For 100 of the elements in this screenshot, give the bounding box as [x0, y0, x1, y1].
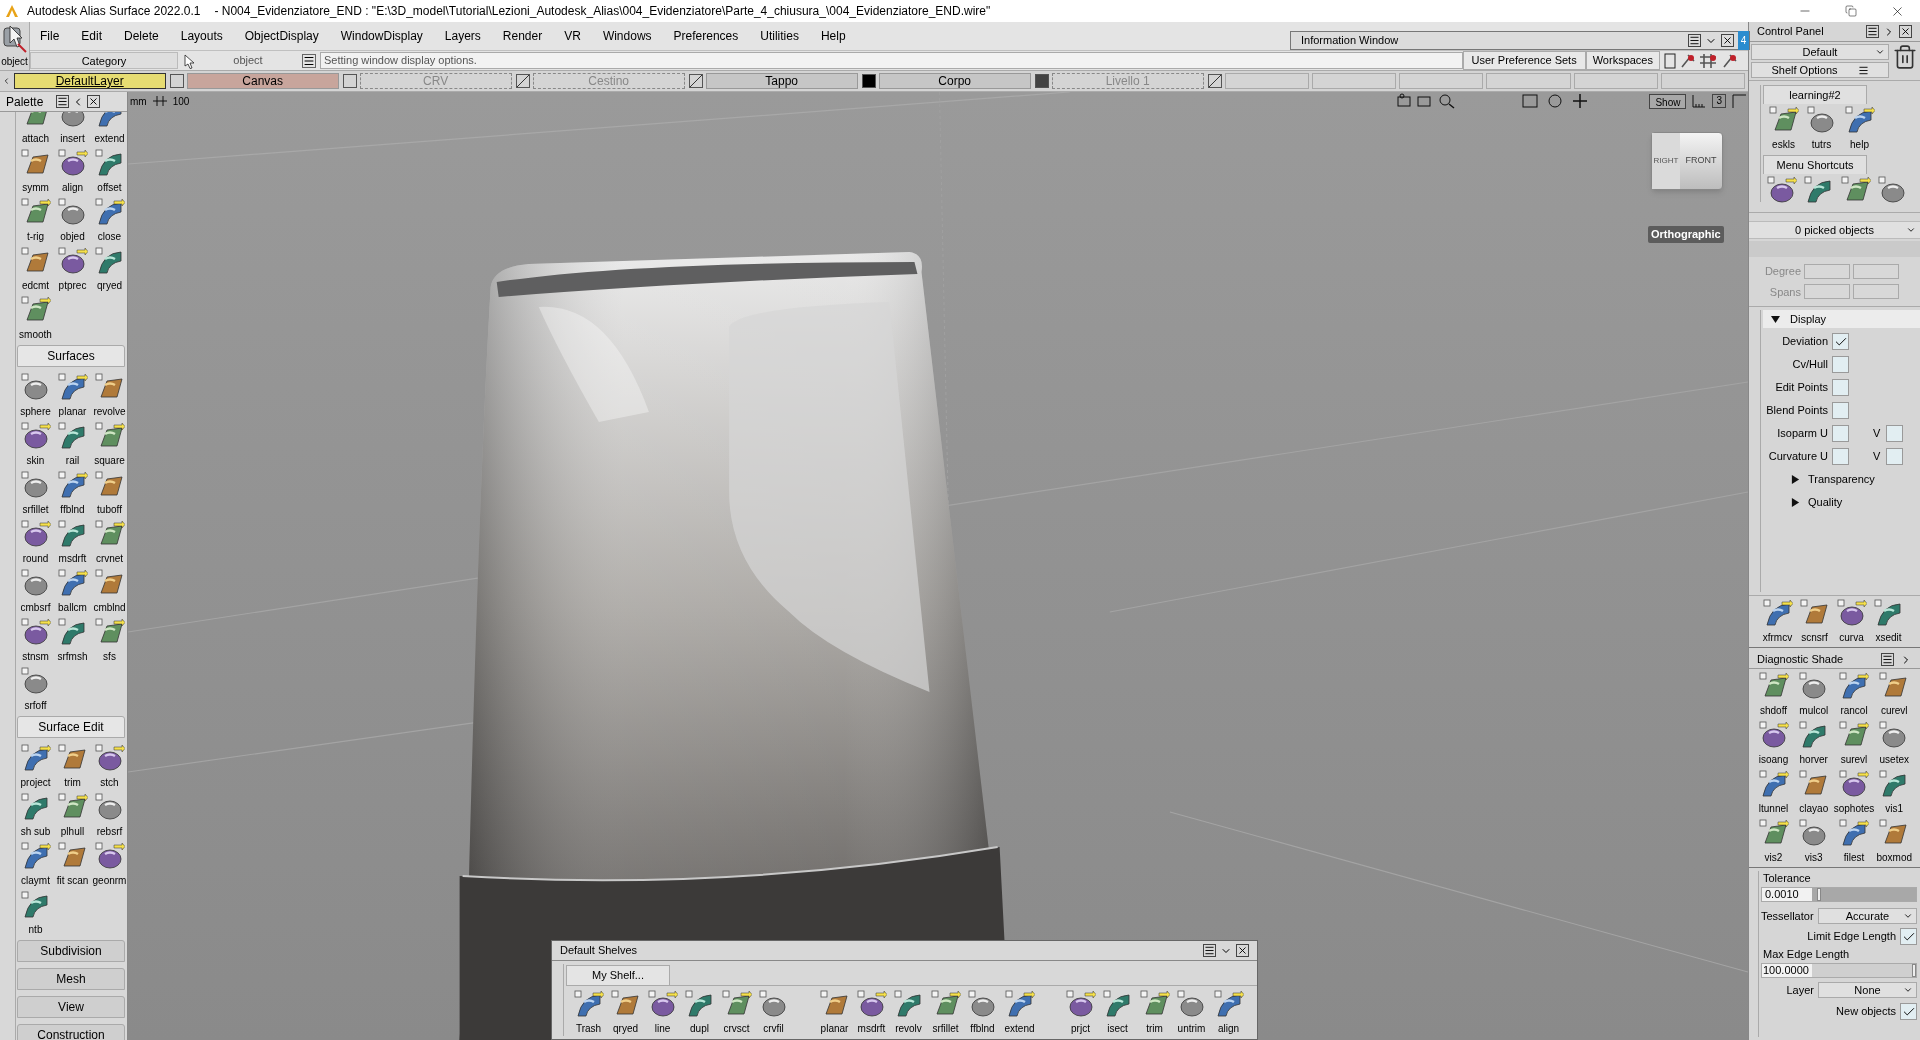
tool-button[interactable]: rebsrf: [91, 791, 127, 840]
menu-item[interactable]: VR: [564, 27, 581, 45]
preference-sets-button[interactable]: User Preference Sets: [1462, 51, 1586, 70]
menu-item[interactable]: Utilities: [760, 27, 799, 45]
menu-item[interactable]: Windows: [602, 27, 652, 45]
tool-button[interactable]: vis3: [1795, 817, 1833, 866]
tool-button[interactable]: revolve: [91, 371, 127, 420]
tool-button[interactable]: usetex: [1875, 719, 1913, 768]
shelf-tab[interactable]: learning#2: [1763, 85, 1867, 104]
tool-button[interactable]: boxmod: [1875, 817, 1913, 866]
tool-button[interactable]: surevl: [1835, 719, 1873, 768]
tool-button[interactable]: xsedit: [1870, 597, 1907, 646]
tool-button[interactable]: project: [17, 742, 54, 791]
tool-button[interactable]: srfmsh: [54, 616, 91, 665]
tool-button[interactable]: extend: [1001, 988, 1038, 1037]
tool-button[interactable]: tuboff: [91, 469, 127, 518]
tool-button[interactable]: Trash: [570, 988, 607, 1037]
preset-dropdown[interactable]: Default: [1751, 44, 1889, 60]
tool-button[interactable]: curva: [1833, 597, 1870, 646]
tool-button[interactable]: srfillet: [927, 988, 964, 1037]
menu-item[interactable]: WindowDisplay: [340, 27, 423, 45]
tool-button[interactable]: msdrft: [853, 988, 890, 1037]
tool-button[interactable]: smooth: [17, 294, 54, 343]
tool-button[interactable]: geonrm: [91, 840, 127, 889]
tool-button[interactable]: insert: [54, 112, 91, 147]
shelf-tab[interactable]: Menu Shortcuts: [1763, 155, 1867, 174]
tool-button[interactable]: xfrmcv: [1759, 597, 1796, 646]
tool-button[interactable]: t-rig: [17, 196, 54, 245]
tool-button[interactable]: srfillet: [17, 469, 54, 518]
tool-button[interactable]: crvfil: [755, 988, 792, 1037]
tool-button[interactable]: help: [1841, 104, 1878, 153]
tool-button[interactable]: rancol: [1835, 670, 1873, 719]
tool-button[interactable]: claymt: [17, 840, 54, 889]
menu-item[interactable]: File: [40, 27, 60, 45]
menu-item[interactable]: Layers: [444, 27, 481, 45]
shelf-options-button[interactable]: Shelf Options: [1751, 62, 1889, 78]
layer-dropdown[interactable]: None: [1818, 981, 1917, 998]
tool-button[interactable]: line: [644, 988, 681, 1037]
tool-button[interactable]: crvnet: [91, 518, 127, 567]
tool-button[interactable]: stnsm: [17, 616, 54, 665]
tool-button[interactable]: sphere: [17, 371, 54, 420]
tool-button[interactable]: fit scan: [54, 840, 91, 889]
object-tool-button[interactable]: object: [0, 22, 30, 70]
tool-button[interactable]: ptprec: [54, 245, 91, 294]
tool-button[interactable]: qryed: [91, 245, 127, 294]
tool-button[interactable]: rail: [54, 420, 91, 469]
tool-button[interactable]: stch: [91, 742, 127, 791]
tool-button[interactable]: scnsrf: [1796, 597, 1833, 646]
palette-section-header[interactable]: Subdivision: [17, 940, 125, 962]
tool-button[interactable]: untrim: [1173, 988, 1210, 1037]
tool-button[interactable]: attach: [17, 112, 54, 147]
layout-number[interactable]: 3: [1712, 94, 1726, 108]
tool-button[interactable]: sfs: [91, 616, 127, 665]
subsection-header[interactable]: Quality: [1763, 494, 1920, 511]
tool-button[interactable]: ffblnd: [964, 988, 1001, 1037]
tool-button[interactable]: cmblnd: [91, 567, 127, 616]
tool-button[interactable]: align: [54, 147, 91, 196]
picked-objects-dropdown[interactable]: 0 picked objects: [1749, 221, 1920, 239]
tool-button[interactable]: horver: [1795, 719, 1833, 768]
tool-button[interactable]: extend: [91, 112, 127, 147]
tool-button[interactable]: symm: [17, 147, 54, 196]
category-field[interactable]: Category: [30, 52, 178, 69]
layer-button[interactable]: Corpo: [878, 73, 1031, 89]
tool-button[interactable]: isect: [1099, 988, 1136, 1037]
layer-button[interactable]: DefaultLayer: [13, 73, 166, 89]
tool-button[interactable]: curevl: [1875, 670, 1913, 719]
tool-button[interactable]: eskls: [1765, 104, 1802, 153]
menu-item[interactable]: Help: [820, 27, 846, 45]
view-cube[interactable]: RIGHT FRONT: [1651, 132, 1723, 190]
tool-button[interactable]: prjct: [1062, 988, 1099, 1037]
pick-mode-field[interactable]: object: [198, 52, 298, 69]
tool-button[interactable]: crvsct: [718, 988, 755, 1037]
tool-button[interactable]: cmbsrf: [17, 567, 54, 616]
palette-section-header[interactable]: Surface Edit: [17, 716, 125, 738]
layer-button[interactable]: Tappo: [705, 73, 858, 89]
tool-button[interactable]: trim: [54, 742, 91, 791]
tool-button[interactable]: clayao: [1795, 768, 1833, 817]
tool-button[interactable]: vis1: [1875, 768, 1913, 817]
tool-button[interactable]: vis2: [1755, 817, 1792, 866]
display-section-header[interactable]: Display: [1763, 310, 1920, 328]
tool-button[interactable]: align: [1210, 988, 1247, 1037]
tessellator-dropdown[interactable]: Accurate: [1818, 907, 1917, 924]
tool-button[interactable]: skin: [17, 420, 54, 469]
tool-button[interactable]: sophotes: [1835, 768, 1873, 817]
menu-item[interactable]: Edit: [81, 27, 103, 45]
tool-button[interactable]: planar: [54, 371, 91, 420]
tool-button[interactable]: revolv: [890, 988, 927, 1037]
palette-section-header[interactable]: Construction: [17, 1024, 125, 1040]
menu-item[interactable]: Layouts: [180, 27, 223, 45]
tool-button[interactable]: sh sub: [17, 791, 54, 840]
tool-button[interactable]: srfoff: [17, 665, 54, 714]
tool-button[interactable]: tutrs: [1803, 104, 1840, 153]
tool-button[interactable]: ballcm: [54, 567, 91, 616]
tool-button[interactable]: mulcol: [1795, 670, 1833, 719]
tool-button[interactable]: ntb: [17, 889, 54, 938]
tool-button[interactable]: close: [91, 196, 127, 245]
tool-button[interactable]: edcmt: [17, 245, 54, 294]
tool-button[interactable]: qryed: [607, 988, 644, 1037]
tool-button[interactable]: trim: [1136, 988, 1173, 1037]
shelf-tab[interactable]: My Shelf...: [566, 965, 670, 985]
